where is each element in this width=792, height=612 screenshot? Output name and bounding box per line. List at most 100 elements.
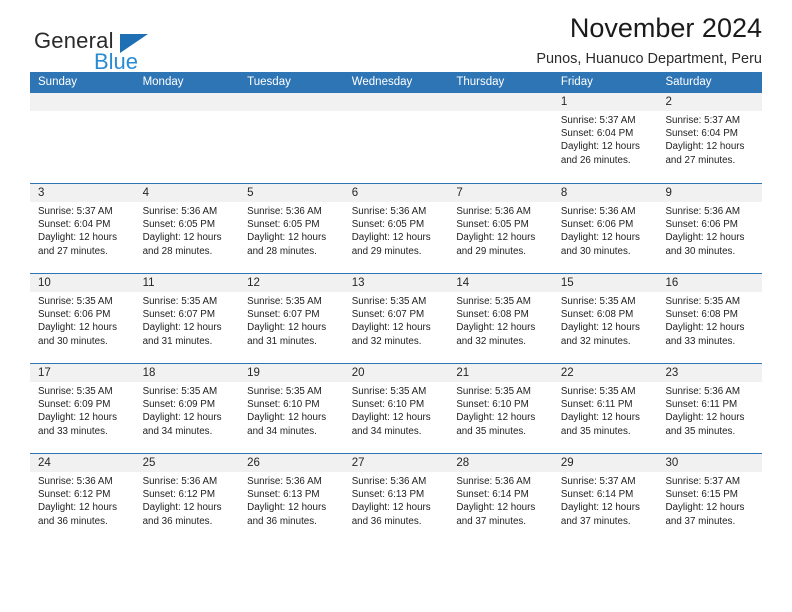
sunset-text: Sunset: 6:10 PM [247,399,320,411]
sunrise-text: Sunrise: 5:36 AM [351,206,427,217]
sunset-text: Sunset: 6:07 PM [142,309,216,321]
daylight-text-line2: and 33 minutes. [665,335,736,347]
day-cell[interactable]: 27 Sunrise: 5:36 AM Sunset: 6:13 PM Dayl… [343,454,449,543]
day-info [135,111,240,114]
day-cell[interactable]: 15 Sunrise: 5:35 AM Sunset: 6:08 PM Dayl… [552,274,658,363]
day-cell[interactable] [30,93,135,183]
sunrise-text: Sunrise: 5:35 AM [38,296,113,307]
day-info: Sunrise: 5:36 AM Sunset: 6:05 PM Dayligh… [135,202,240,258]
sunrise-text: Sunrise: 5:37 AM [38,206,113,217]
sunset-text: Sunset: 6:05 PM [142,219,216,231]
day-info: Sunrise: 5:36 AM Sunset: 6:11 PM Dayligh… [657,382,762,438]
day-cell[interactable] [134,93,240,183]
day-cell[interactable]: 29 Sunrise: 5:37 AM Sunset: 6:14 PM Dayl… [552,454,658,543]
day-cell[interactable]: 14 Sunrise: 5:35 AM Sunset: 6:08 PM Dayl… [448,274,553,363]
day-cell[interactable]: 2 Sunrise: 5:37 AM Sunset: 6:04 PM Dayli… [657,93,763,183]
logo-secondary-text: Blue [94,49,139,74]
day-cell[interactable]: 6 Sunrise: 5:36 AM Sunset: 6:05 PM Dayli… [343,184,449,273]
sunrise-text: Sunrise: 5:35 AM [351,296,427,307]
weekday-header-tuesday: Tuesday [247,76,291,88]
day-info: Sunrise: 5:35 AM Sunset: 6:09 PM Dayligh… [30,382,135,438]
daylight-text-line1: Daylight: 12 hours [247,322,327,334]
daylight-text-line2: and 37 minutes. [560,515,631,527]
sunrise-text: Sunrise: 5:36 AM [247,206,322,217]
day-cell[interactable] [343,93,449,183]
sunrise-text: Sunrise: 5:36 AM [665,206,741,217]
day-cell[interactable]: 12 Sunrise: 5:35 AM Sunset: 6:07 PM Dayl… [239,274,344,363]
sunrise-text: Sunrise: 5:36 AM [665,386,741,397]
daylight-text-line2: and 27 minutes. [38,245,108,257]
daylight-text-line1: Daylight: 12 hours [247,232,327,244]
day-info: Sunrise: 5:36 AM Sunset: 6:06 PM Dayligh… [553,202,658,258]
day-info [448,111,553,114]
daylight-text-line2: and 35 minutes. [665,425,736,437]
daylight-text-line1: Daylight: 12 hours [351,412,431,424]
sunset-text: Sunset: 6:13 PM [351,489,425,501]
sunset-text: Sunset: 6:06 PM [560,219,634,231]
day-info: Sunrise: 5:36 AM Sunset: 6:13 PM Dayligh… [344,472,449,528]
daylight-text-line1: Daylight: 12 hours [560,412,640,424]
sunrise-text: Sunrise: 5:36 AM [351,476,427,487]
day-cell[interactable]: 16 Sunrise: 5:35 AM Sunset: 6:08 PM Dayl… [657,274,763,363]
daylight-text-line1: Daylight: 12 hours [560,502,640,514]
day-cell[interactable]: 23 Sunrise: 5:36 AM Sunset: 6:11 PM Dayl… [657,364,763,453]
daylight-text-line2: and 36 minutes. [38,515,108,527]
day-cell[interactable]: 1 Sunrise: 5:37 AM Sunset: 6:04 PM Dayli… [552,93,658,183]
day-cell[interactable]: 25 Sunrise: 5:36 AM Sunset: 6:12 PM Dayl… [134,454,240,543]
day-info: Sunrise: 5:36 AM Sunset: 6:05 PM Dayligh… [239,202,344,258]
daylight-text-line2: and 27 minutes. [665,154,736,166]
day-cell[interactable]: 13 Sunrise: 5:35 AM Sunset: 6:07 PM Dayl… [343,274,449,363]
day-cell[interactable]: 21 Sunrise: 5:35 AM Sunset: 6:10 PM Dayl… [448,364,553,453]
daylight-text-line1: Daylight: 12 hours [38,322,117,334]
day-cell[interactable]: 5 Sunrise: 5:36 AM Sunset: 6:05 PM Dayli… [239,184,344,273]
day-cell[interactable]: 11 Sunrise: 5:35 AM Sunset: 6:07 PM Dayl… [134,274,240,363]
daylight-text-line1: Daylight: 12 hours [560,141,640,153]
day-number [239,93,344,111]
sunset-text: Sunset: 6:09 PM [142,399,216,411]
daylight-text-line2: and 37 minutes. [456,515,527,527]
sunrise-text: Sunrise: 5:37 AM [665,476,741,487]
day-cell[interactable]: 22 Sunrise: 5:35 AM Sunset: 6:11 PM Dayl… [552,364,658,453]
day-number: 11 [134,274,240,292]
day-cell[interactable]: 7 Sunrise: 5:36 AM Sunset: 6:05 PM Dayli… [448,184,553,273]
daylight-text-line1: Daylight: 12 hours [38,412,117,424]
day-info [344,111,449,114]
day-cell[interactable] [239,93,344,183]
day-cell[interactable]: 30 Sunrise: 5:37 AM Sunset: 6:15 PM Dayl… [657,454,763,543]
sunrise-text: Sunrise: 5:35 AM [247,386,322,397]
day-number: 19 [239,364,344,382]
day-info [239,111,344,114]
weekday-header-saturday: Saturday [665,76,712,88]
day-number: 5 [239,184,344,202]
day-cell[interactable]: 8 Sunrise: 5:36 AM Sunset: 6:06 PM Dayli… [552,184,658,273]
day-cell[interactable]: 24 Sunrise: 5:36 AM Sunset: 6:12 PM Dayl… [30,454,135,543]
sunset-text: Sunset: 6:04 PM [560,128,634,140]
day-cell[interactable]: 20 Sunrise: 5:35 AM Sunset: 6:10 PM Dayl… [343,364,449,453]
general-blue-logo[interactable]: General Blue [34,28,224,80]
calendar-grid: Sunday Monday Tuesday Wednesday Thursday… [30,72,763,543]
daylight-text-line2: and 32 minutes. [560,335,631,347]
day-cell[interactable]: 4 Sunrise: 5:36 AM Sunset: 6:05 PM Dayli… [134,184,240,273]
day-number: 23 [657,364,763,382]
day-info: Sunrise: 5:35 AM Sunset: 6:08 PM Dayligh… [657,292,762,348]
sunrise-text: Sunrise: 5:35 AM [456,386,531,397]
day-info: Sunrise: 5:36 AM Sunset: 6:05 PM Dayligh… [344,202,449,258]
day-number: 29 [552,454,658,472]
day-cell[interactable]: 26 Sunrise: 5:36 AM Sunset: 6:13 PM Dayl… [239,454,344,543]
day-info: Sunrise: 5:37 AM Sunset: 6:04 PM Dayligh… [553,111,658,167]
day-cell[interactable]: 19 Sunrise: 5:35 AM Sunset: 6:10 PM Dayl… [239,364,344,453]
day-cell[interactable]: 10 Sunrise: 5:35 AM Sunset: 6:06 PM Dayl… [30,274,135,363]
day-cell[interactable]: 17 Sunrise: 5:35 AM Sunset: 6:09 PM Dayl… [30,364,135,453]
sunset-text: Sunset: 6:07 PM [351,309,425,321]
daylight-text-line1: Daylight: 12 hours [351,322,431,334]
day-cell[interactable]: 18 Sunrise: 5:35 AM Sunset: 6:09 PM Dayl… [134,364,240,453]
day-cell[interactable]: 3 Sunrise: 5:37 AM Sunset: 6:04 PM Dayli… [30,184,135,273]
day-cell[interactable]: 28 Sunrise: 5:36 AM Sunset: 6:14 PM Dayl… [448,454,553,543]
sunrise-text: Sunrise: 5:35 AM [38,386,113,397]
daylight-text-line2: and 29 minutes. [456,245,527,257]
sunrise-text: Sunrise: 5:37 AM [560,115,636,126]
title-block: November 2024 Punos, Huanuco Department,… [536,12,762,68]
sunset-text: Sunset: 6:14 PM [456,489,529,501]
day-cell[interactable] [448,93,553,183]
day-cell[interactable]: 9 Sunrise: 5:36 AM Sunset: 6:06 PM Dayli… [657,184,763,273]
